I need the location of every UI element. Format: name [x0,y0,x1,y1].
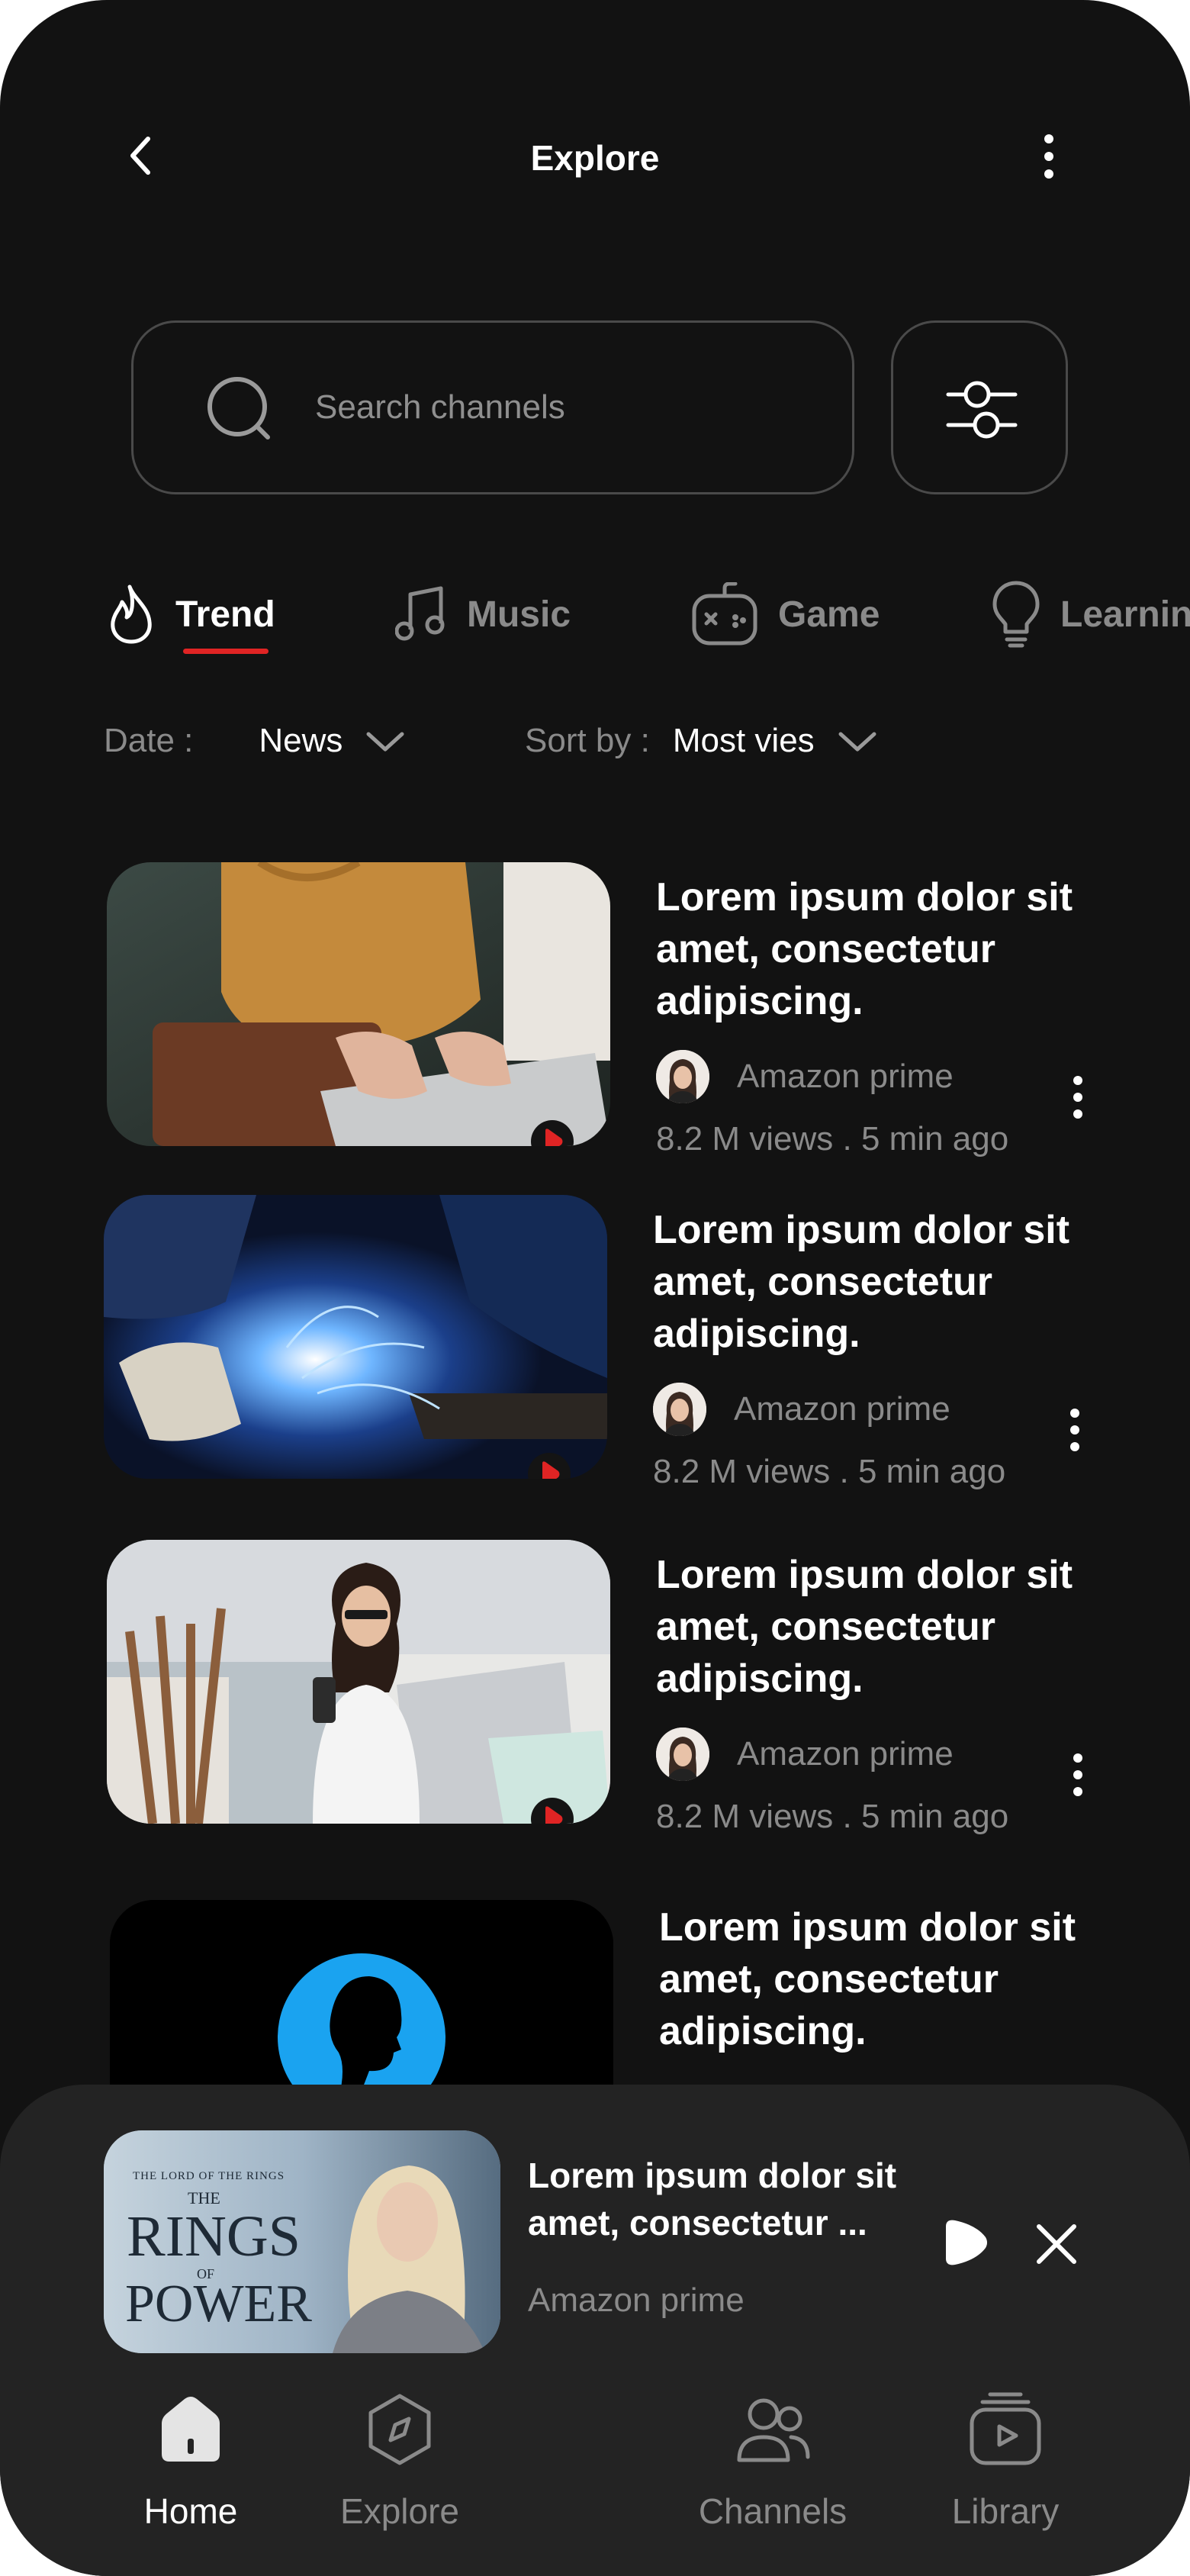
video-card[interactable]: Lorem ipsum dolor sit amet, consectetur … [107,1540,1091,1835]
video-card[interactable]: Lorem ipsum dolor sit amet, consectetur … [104,1195,1091,1490]
date-filter-label: Date : [104,722,194,759]
poster-tagline: THE LORD OF THE RINGS [133,2170,285,2182]
library-icon [970,2392,1041,2465]
video-title[interactable]: Lorem ipsum dolor sit amet, consectetur … [659,1901,1086,2057]
nav-library[interactable]: Library [929,2390,1082,2542]
chevron-down-icon [838,732,876,752]
poster-rings: RINGS [127,2204,301,2268]
poster-power: POWER [125,2275,312,2333]
video-more-button[interactable] [1070,1074,1085,1120]
mini-player-channel[interactable]: Amazon prime [528,2281,745,2320]
nav-label: Library [951,2491,1060,2531]
sort-filter[interactable]: Sort by : Most vies [525,722,877,760]
video-meta: 8.2 M views . 5 min ago [653,1453,1006,1490]
more-options-button[interactable] [1037,131,1060,182]
video-more-button[interactable] [1067,1407,1082,1453]
close-icon [1037,2224,1076,2264]
compass-icon [368,2394,431,2465]
nav-explore[interactable]: Explore [323,2390,476,2542]
tab-label: Learning [1060,594,1190,635]
mini-close-button[interactable] [1033,2220,1080,2268]
tab-learning[interactable]: Learning [992,580,1190,649]
video-title[interactable]: Lorem ipsum dolor sit amet, consectetur … [653,1204,1080,1360]
mini-player-title[interactable]: Lorem ipsum dolor sit amet, consectetur … [528,2152,925,2246]
tab-label: Game [778,594,880,635]
nav-home[interactable]: Home [114,2390,267,2542]
more-vertical-icon [1044,134,1053,179]
mini-player[interactable]: THE LORD OF THE RINGS THE RINGS OF POWER… [104,2130,1088,2353]
sort-filter-value: Most vies [672,722,815,759]
tab-game[interactable]: Game [691,580,880,649]
search-bar[interactable] [131,320,854,494]
video-meta: 8.2 M views . 5 min ago [656,1120,1009,1158]
video-thumbnail[interactable] [107,862,610,1146]
channel-avatar[interactable] [656,1050,709,1103]
play-badge [528,1453,571,1479]
active-tab-indicator [183,649,269,654]
tab-trend[interactable]: Trend [107,580,275,649]
date-filter-value: News [259,722,343,759]
mini-play-button[interactable] [938,2216,992,2269]
play-icon [545,1129,563,1146]
mini-player-poster[interactable]: THE LORD OF THE RINGS THE RINGS OF POWER [104,2130,500,2353]
chevron-down-icon [366,732,404,752]
channel-avatar[interactable] [656,1728,709,1781]
channel-name[interactable]: Amazon prime [734,1390,950,1428]
video-title[interactable]: Lorem ipsum dolor sit amet, consectetur … [656,871,1083,1027]
music-note-icon [395,586,445,641]
video-title[interactable]: Lorem ipsum dolor sit amet, consectetur … [656,1549,1083,1705]
date-filter[interactable]: Date : News [104,722,405,760]
page-title: Explore [530,138,660,178]
lightbulb-icon [992,581,1040,648]
play-badge [531,1120,574,1146]
tab-label: Trend [175,594,275,635]
play-icon [545,1806,563,1824]
video-thumbnail[interactable] [104,1195,607,1479]
home-icon [162,2397,220,2462]
video-meta: 8.2 M views . 5 min ago [656,1798,1009,1835]
nav-label: Explore [340,2491,459,2531]
video-card[interactable]: Lorem ipsum dolor sit amet, consectetur … [107,862,1091,1158]
filter-button[interactable] [891,320,1068,494]
nav-label: Channels [698,2491,847,2531]
nav-label: Home [143,2491,238,2531]
sliders-icon [946,381,1018,439]
app-screen: Explore Trend Music Game Learning Date :… [0,0,1190,2576]
flame-icon [111,584,152,644]
channel-name[interactable]: Amazon prime [737,1735,954,1773]
more-vertical-icon [1073,1753,1082,1796]
video-more-button[interactable] [1070,1752,1085,1798]
channel-avatar[interactable] [653,1383,706,1436]
play-icon [946,2220,987,2265]
sort-filter-label: Sort by : [525,722,650,759]
tab-music[interactable]: Music [395,580,571,649]
users-icon [737,2398,810,2462]
more-vertical-icon [1070,1409,1079,1451]
search-input[interactable] [314,376,805,439]
play-badge [531,1798,574,1824]
mini-player-panel: THE LORD OF THE RINGS THE RINGS OF POWER… [0,2085,1190,2576]
gamepad-icon [692,582,757,646]
video-thumbnail[interactable] [107,1540,610,1824]
nav-channels[interactable]: Channels [687,2390,859,2542]
more-vertical-icon [1073,1076,1082,1119]
play-icon [542,1461,560,1479]
search-icon [207,377,270,440]
channel-name[interactable]: Amazon prime [737,1058,954,1096]
tab-label: Music [467,594,571,635]
